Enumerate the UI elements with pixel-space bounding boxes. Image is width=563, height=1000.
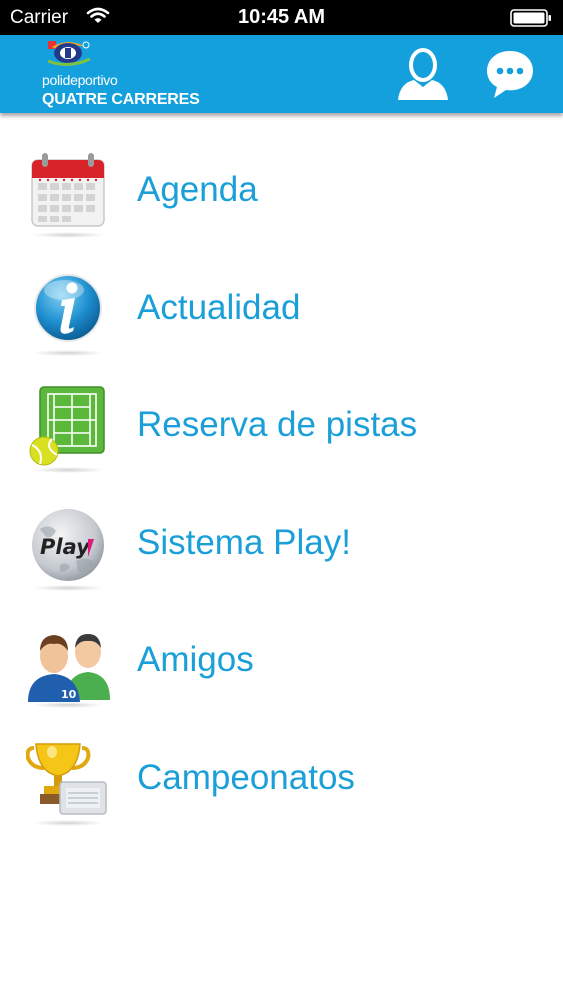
chat-bubble-icon [487, 51, 533, 98]
trophy-icon [25, 738, 110, 826]
friends-icon: 10 [26, 620, 110, 708]
menu-item-label: Sistema Play! [137, 522, 351, 562]
logo-mark-icon [47, 41, 91, 66]
menu-item-label: Agenda [137, 170, 258, 209]
menu-item-sistema-play[interactable]: Play Sistema Play! [0, 485, 563, 603]
menu-item-amigos[interactable]: 10 Amigos [0, 602, 563, 720]
menu-item-campeonatos[interactable]: Campeonatos [0, 720, 563, 838]
menu-item-label: Actualidad [137, 287, 301, 327]
logo-subtitle: polideportivo [42, 72, 118, 88]
menu-item-reserva-pistas[interactable]: Reserva de pistas [0, 367, 563, 485]
menu-item-label: Reserva de pistas [137, 405, 418, 444]
svg-text:10: 10 [61, 688, 77, 701]
battery-icon [510, 9, 552, 27]
logo-title: QUATRE CARRERES [42, 91, 200, 108]
menu-item-label: Amigos [137, 640, 254, 679]
svg-text:Play: Play [40, 535, 91, 559]
play-globe-icon: Play [26, 503, 110, 591]
app-header: polideportivo QUATRE CARRERES [0, 35, 563, 113]
chat-button[interactable] [484, 48, 536, 100]
menu-item-actualidad[interactable]: Actualidad [0, 250, 563, 368]
user-icon [398, 48, 448, 100]
info-icon [26, 268, 110, 356]
status-bar: Carrier 10:45 AM [0, 0, 563, 35]
menu-item-label: Campeonatos [137, 757, 355, 797]
menu-item-agenda[interactable]: Agenda [0, 132, 563, 250]
status-time: 10:45 AM [237, 6, 326, 28]
logo[interactable]: polideportivo QUATRE CARRERES [40, 39, 210, 109]
calendar-icon [26, 150, 110, 238]
profile-button[interactable] [396, 45, 450, 101]
tennis-court-icon [26, 385, 110, 473]
main-menu: Agenda Actualidad Reserva de pistas Play… [0, 132, 563, 837]
